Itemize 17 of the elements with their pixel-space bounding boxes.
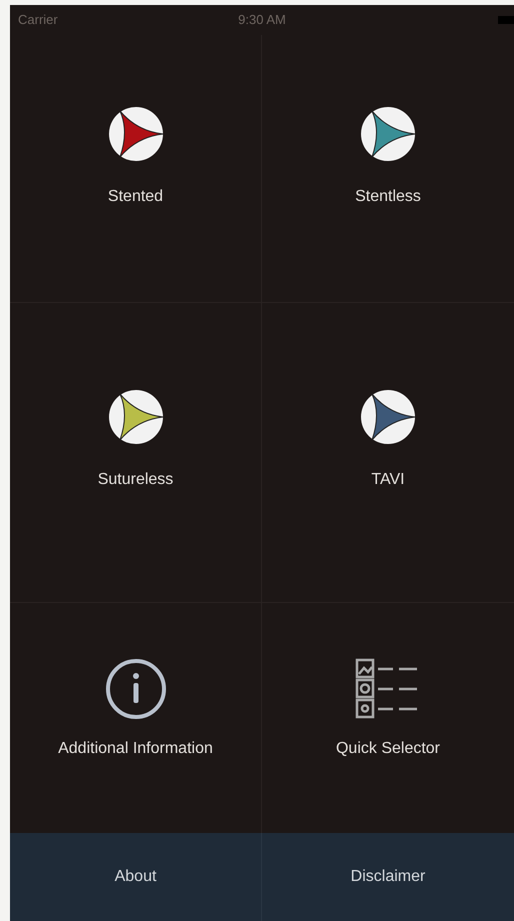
tile-label: Stentless xyxy=(355,187,421,207)
tile-label: Additional Information xyxy=(58,739,213,759)
menu-tile[interactable]: Stented xyxy=(10,35,262,303)
carrier-label: Carrier xyxy=(18,11,58,30)
menu-tile[interactable]: Quick Selector xyxy=(262,603,514,833)
battery-icon xyxy=(498,16,514,24)
footer-tab[interactable]: Disclaimer xyxy=(262,833,514,921)
time-label: 9:30 AM xyxy=(238,11,286,30)
tile-label: TAVI xyxy=(371,470,405,490)
menu-tile[interactable]: Sutureless xyxy=(10,303,262,603)
menu-tile[interactable]: TAVI xyxy=(262,303,514,603)
menu-tile[interactable]: Stentless xyxy=(262,35,514,303)
tile-label: Stented xyxy=(108,187,164,207)
tile-label: Quick Selector xyxy=(336,739,440,759)
tile-label: Sutureless xyxy=(98,470,174,490)
info-icon xyxy=(104,658,166,720)
footer-tab[interactable]: About xyxy=(10,833,262,921)
